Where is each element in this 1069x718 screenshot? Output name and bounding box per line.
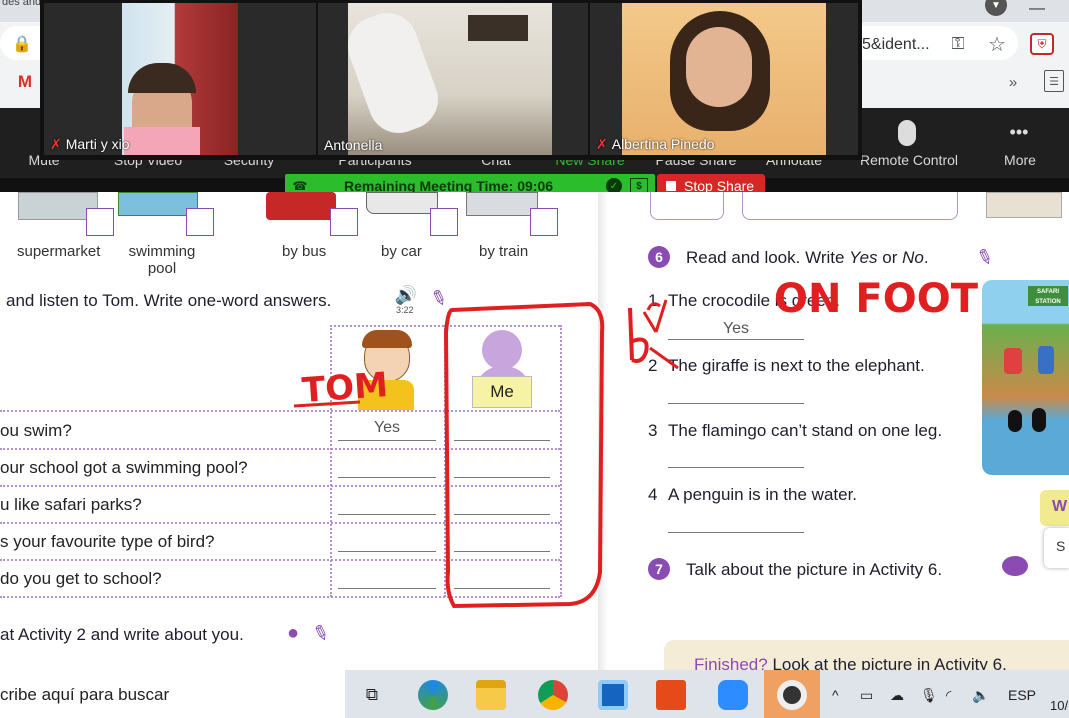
red-annotation-on-foot: ON FOOT bbox=[774, 276, 979, 322]
taskbar-search-placeholder[interactable]: cribe aquí para buscar bbox=[0, 685, 169, 705]
video-tile-2[interactable]: Antonella bbox=[318, 3, 588, 155]
lock-icon[interactable]: 🔒 bbox=[12, 34, 32, 54]
microphone-icon[interactable]: 🎙 bbox=[920, 687, 938, 704]
muted-mic-icon: ✗ bbox=[50, 136, 62, 152]
battery-icon[interactable]: ▭ bbox=[860, 687, 873, 704]
participant-name-3: ✗ Albertina Pinedo bbox=[596, 136, 715, 152]
cloud-icon[interactable]: ☁ bbox=[890, 687, 904, 704]
zoom-app-icon[interactable] bbox=[718, 680, 748, 710]
clock-date[interactable]: 10/ bbox=[1050, 698, 1068, 713]
red-by-b bbox=[628, 307, 649, 363]
remote-control-button[interactable]: Remote Control bbox=[855, 152, 963, 168]
volume-icon[interactable]: 🔈 bbox=[972, 687, 989, 704]
participant-face-3 bbox=[686, 27, 752, 107]
minimize-icon[interactable]: — bbox=[1022, 0, 1052, 17]
reading-list-icon[interactable]: ☰ bbox=[1044, 70, 1064, 92]
more-button[interactable]: More bbox=[998, 152, 1042, 168]
more-bookmarks-icon[interactable]: » bbox=[1004, 72, 1022, 92]
extension-icon[interactable]: ⛨ bbox=[1030, 33, 1054, 55]
red-arrow-stroke bbox=[649, 346, 679, 370]
participant-name-2: Antonella bbox=[324, 137, 383, 153]
video-tile-3[interactable]: ✗ Albertina Pinedo bbox=[590, 3, 858, 155]
wall-decor bbox=[468, 15, 528, 41]
video-tile-1[interactable]: ✗ Marti y xio bbox=[44, 3, 316, 155]
gmail-icon[interactable]: M bbox=[14, 72, 36, 92]
key-icon[interactable]: ⚿ bbox=[945, 33, 971, 55]
file-explorer-icon[interactable] bbox=[476, 680, 506, 710]
tray-chevron-icon[interactable]: ^ bbox=[832, 687, 839, 703]
language-indicator[interactable]: ESP bbox=[1008, 687, 1036, 703]
url-text[interactable]: 5&ident... bbox=[862, 36, 930, 54]
calendar-icon[interactable] bbox=[598, 680, 628, 710]
wifi-icon[interactable]: ◜ bbox=[946, 687, 951, 704]
stop-square-icon bbox=[666, 181, 676, 191]
media-player-icon[interactable] bbox=[777, 680, 807, 710]
muted-mic-icon: ✗ bbox=[596, 136, 608, 152]
edge-icon[interactable] bbox=[418, 680, 448, 710]
remote-control-icon[interactable] bbox=[898, 120, 916, 146]
annotation-layer bbox=[293, 299, 679, 609]
participant-name-1: ✗ Marti y xio bbox=[50, 136, 130, 152]
more-icon[interactable]: ••• bbox=[1004, 122, 1034, 142]
red-circle-me-column bbox=[443, 301, 605, 609]
red-by-y bbox=[642, 299, 668, 333]
chrome-icon[interactable] bbox=[538, 680, 568, 710]
star-icon[interactable]: ☆ bbox=[984, 32, 1010, 56]
task-view-icon[interactable]: ⧉ bbox=[360, 683, 384, 707]
tab-title[interactable]: des and bbox=[2, 0, 41, 8]
red-annotation-tom: TOM bbox=[300, 365, 390, 411]
participant-shirt-1 bbox=[124, 127, 200, 155]
office-icon[interactable] bbox=[656, 680, 686, 710]
screen: des and ▼ — 🔒 5&ident... ⚿ ☆ ⛨ M » ☰ Mut… bbox=[0, 0, 1069, 718]
